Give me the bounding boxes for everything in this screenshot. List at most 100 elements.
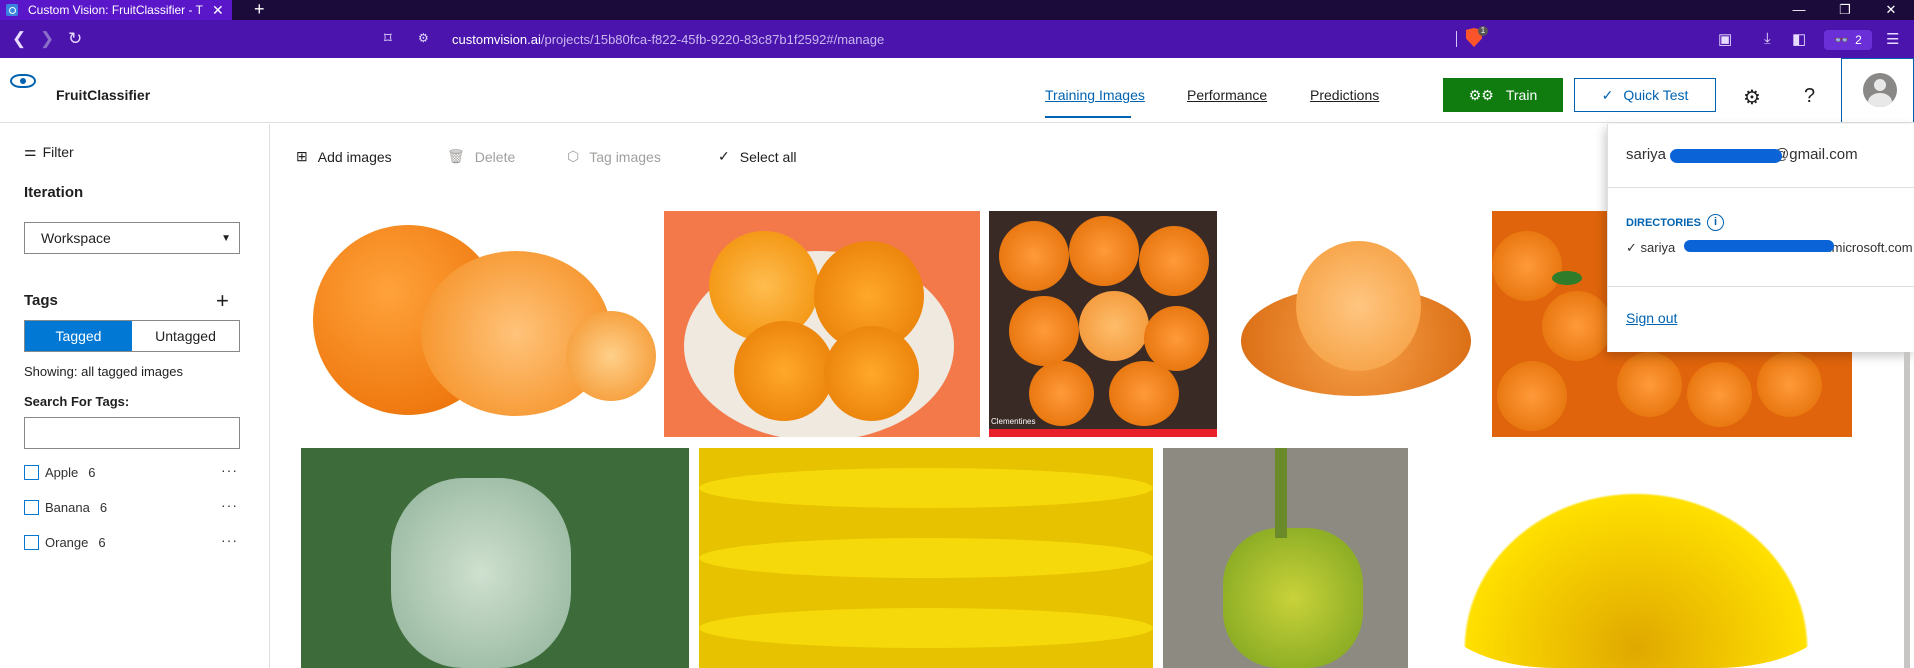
back-icon[interactable]: ❮ [12,29,26,49]
tab-predictions[interactable]: Predictions [1310,87,1379,103]
wallet-icon[interactable]: ▣ [1718,30,1732,48]
tag-checkbox[interactable] [24,534,39,550]
image-tile-banana-1[interactable] [301,448,689,668]
tag-images-button[interactable]: ⬡ Tag images [567,148,661,165]
image-tile-banana-3[interactable] [1163,448,1408,668]
divider [1608,187,1914,188]
custom-vision-logo-icon[interactable] [10,74,36,88]
tag-count: 6 [88,464,96,480]
app-header: FruitClassifier Training Images Performa… [0,58,1914,123]
iteration-heading: Iteration [24,184,84,201]
forward-icon[interactable]: ❯ [40,29,54,49]
redaction-scribble [1684,240,1834,252]
orange-shape [824,326,919,421]
banana-shape [699,538,1153,578]
image-caption: Clementines [991,417,1036,426]
sidebar-icon[interactable]: ◧ [1792,30,1806,48]
project-name: FruitClassifier [56,87,151,103]
iteration-select[interactable]: Workspace ▼ [24,222,240,254]
tab-title: Custom Vision: FruitClassifier - T [28,3,203,17]
orange-shape [1757,352,1822,417]
tab-training-images[interactable]: Training Images [1045,87,1145,103]
orange-shape [1139,226,1209,296]
untagged-button[interactable]: Untagged [132,321,239,351]
new-tab-icon[interactable]: + [254,0,265,20]
filter-button[interactable]: ⚌ Filter [24,143,74,160]
orange-shape [1542,291,1607,361]
directory-prefix: sariya [1640,240,1676,255]
orange-shape [1009,296,1079,366]
delete-button[interactable]: 🗑 Delete [447,148,515,165]
search-tags-input[interactable] [24,417,240,449]
tag-name: Apple [45,464,79,480]
chevron-down-icon: ▼ [221,232,231,244]
email-prefix: sariya [1626,146,1667,163]
url-host: customvision.ai [452,31,541,47]
avatar [1863,73,1897,107]
site-settings-icon[interactable]: ⚙ [418,31,429,45]
close-window-icon[interactable]: ✕ [1868,0,1914,20]
download-icon[interactable]: ⤓ [1764,30,1771,47]
add-tag-icon[interactable]: + [216,288,229,314]
tag-name: Banana [45,499,90,515]
help-icon[interactable]: ? [1804,85,1815,108]
select-all-label: Select all [739,148,797,165]
select-all-button[interactable]: ✓ Select all [718,148,797,165]
tag-item-banana: Banana 6 ··· [24,497,240,517]
menu-icon[interactable]: ☰ [1886,30,1899,48]
image-tile-banana-2[interactable] [699,448,1153,668]
add-images-label: Add images [317,148,392,165]
more-options-icon[interactable]: ··· [221,462,238,478]
stem-shape [1275,448,1287,538]
search-tags-label: Search For Tags: [24,394,130,409]
train-button[interactable]: ⚙⚙ Train [1443,78,1563,112]
tag-images-label: Tag images [589,148,661,165]
tag-item-orange: Orange 6 ··· [24,532,240,552]
tag-item-apple: Apple 6 ··· [24,462,240,482]
banana-bunch-shape [1223,528,1363,668]
tagged-button[interactable]: Tagged [25,321,132,351]
tab-performance[interactable]: Performance [1187,87,1267,103]
redaction-scribble [1670,149,1782,163]
more-options-icon[interactable]: ··· [221,497,238,513]
sign-out-link[interactable]: Sign out [1626,310,1677,326]
orange-shape [734,321,834,421]
extensions-button[interactable]: 👓 2 [1824,30,1872,50]
quick-test-button[interactable]: ✓ Quick Test [1574,78,1716,112]
browser-toolbar: ❮ ❯ ↻ ⌑ ⚙ customvision.ai/projects/15b80… [0,20,1914,58]
settings-gear-icon[interactable]: ⚙ [1743,85,1761,110]
check-icon: ✓ [1601,86,1614,103]
filter-panel: ⚌ Filter Iteration Workspace ▼ Tags + Ta… [0,124,270,668]
close-tab-icon[interactable]: ✕ [212,2,224,19]
add-image-icon: ⊞ [296,148,308,164]
account-button[interactable] [1841,58,1914,122]
url-field[interactable]: customvision.ai/projects/15b80fca-f822-4… [452,28,1532,50]
info-icon[interactable]: i [1706,214,1724,231]
add-images-button[interactable]: ⊞ Add images [296,148,392,165]
more-options-icon[interactable]: ··· [221,532,238,548]
account-menu: sariya @gmail.com DIRECTORIES i ✓ sariya o… [1607,124,1914,352]
image-tile-orange-peeled[interactable] [1226,211,1486,437]
image-tile-orange-1[interactable] [301,211,656,437]
banana-shape [699,608,1153,648]
directories-heading: DIRECTORIES i [1626,214,1724,231]
tag-count: 6 [98,534,106,550]
image-tile-orange-2[interactable] [664,211,980,437]
restore-icon[interactable]: ❐ [1822,0,1868,20]
image-tile-clementines[interactable]: Clementines [989,211,1217,437]
check-icon: ✓ [1626,240,1641,255]
reload-icon[interactable]: ↻ [68,29,82,49]
scrollbar[interactable] [1904,352,1910,668]
tag-checkbox[interactable] [24,464,39,480]
divider [1456,31,1457,47]
tags-heading: Tags [24,292,58,309]
orange-shape [1069,216,1139,286]
bookmark-icon[interactable]: ⌑ [384,29,392,47]
image-tile-banana-4[interactable] [1416,448,1846,668]
tag-checkbox[interactable] [24,499,39,515]
image-tile-orange-pile[interactable] [1492,211,1607,437]
browser-tab[interactable]: Custom Vision: FruitClassifier - T ✕ [0,0,232,20]
minimize-icon[interactable]: — [1776,0,1822,20]
train-label: Train [1505,87,1538,103]
directories-label: DIRECTORIES [1626,216,1701,229]
